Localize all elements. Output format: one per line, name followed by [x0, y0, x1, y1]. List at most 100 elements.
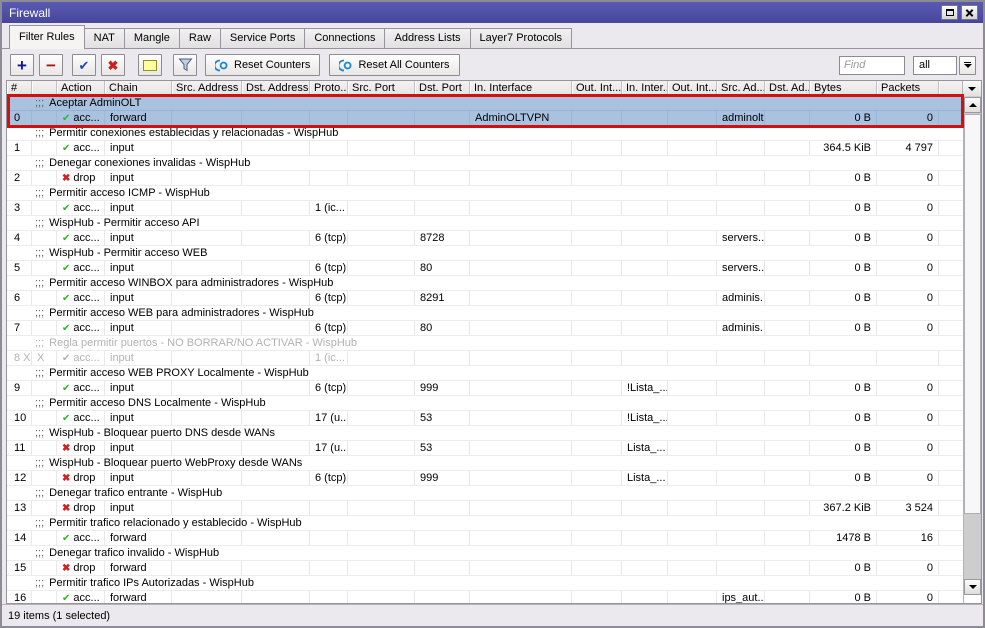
column-header-bytes[interactable]: Bytes: [810, 81, 877, 96]
rule-comment-row[interactable]: ;;;WispHub - Bloquear puerto DNS desde W…: [7, 426, 964, 441]
cell-out_interface: [572, 141, 622, 155]
column-header-dst_address[interactable]: Dst. Address: [242, 81, 310, 96]
rule-comment-row[interactable]: ;;;Regla permitir puertos - NO BORRAR/NO…: [7, 336, 964, 351]
comment-prefix: ;;;: [35, 127, 44, 139]
column-header-in_if_list[interactable]: In. Inter...: [622, 81, 668, 96]
column-header-out_interface[interactable]: Out. Int...: [572, 81, 622, 96]
rule-comment-row[interactable]: ;;;Aceptar AdminOLT: [7, 96, 964, 111]
scroll-down-button[interactable]: [964, 579, 981, 595]
cell-dst_ad_list: [765, 531, 810, 545]
rule-comment-row[interactable]: ;;;Denegar trafico entrante - WispHub: [7, 486, 964, 501]
column-header-out_if_list[interactable]: Out. Int...: [668, 81, 717, 96]
column-header-num[interactable]: #: [7, 81, 32, 96]
reset-counters-icon: [215, 59, 229, 72]
column-header-src_address[interactable]: Src. Address: [172, 81, 242, 96]
column-header-proto[interactable]: Proto...: [310, 81, 348, 96]
cell-num: 11: [7, 441, 32, 455]
cell-in_if_list: !Lista_...: [622, 381, 668, 395]
rule-comment-text: ;;;Permitir acceso WINBOX para administr…: [7, 276, 964, 290]
tab-connections[interactable]: Connections: [304, 28, 385, 48]
column-header-in_interface[interactable]: In. Interface: [470, 81, 572, 96]
rule-row[interactable]: 6✔acc...input6 (tcp)8291adminis...0 B0: [7, 291, 964, 306]
column-header-packets[interactable]: Packets: [877, 81, 939, 96]
rule-comment-row[interactable]: ;;;Permitir trafico relacionado y establ…: [7, 516, 964, 531]
comment-button[interactable]: [138, 54, 162, 76]
filter-dropdown[interactable]: all: [913, 56, 957, 75]
rule-row[interactable]: 4✔acc...input6 (tcp)8728servers...0 B0: [7, 231, 964, 246]
cell-src_ad_list: servers...: [717, 231, 765, 245]
tab-layer7-protocols[interactable]: Layer7 Protocols: [470, 28, 573, 48]
rule-row[interactable]: 8 XX✔acc...input1 (ic...: [7, 351, 964, 366]
cell-bytes: 0 B: [810, 201, 877, 215]
rule-comment-row[interactable]: ;;;Permitir conexiones establecidas y re…: [7, 126, 964, 141]
tab-mangle[interactable]: Mangle: [124, 28, 180, 48]
rule-row[interactable]: 3✔acc...input1 (ic...0 B0: [7, 201, 964, 216]
rule-comment-row[interactable]: ;;;Denegar trafico invalido - WispHub: [7, 546, 964, 561]
rule-row[interactable]: 15✖dropforward0 B0: [7, 561, 964, 576]
column-header-src_ad_list[interactable]: Src. Ad...: [717, 81, 765, 96]
cell-src_port: [348, 501, 415, 515]
rule-comment-row[interactable]: ;;;WispHub - Bloquear puerto WebProxy de…: [7, 456, 964, 471]
rule-row[interactable]: 2✖dropinput0 B0: [7, 171, 964, 186]
column-header-chain[interactable]: Chain: [105, 81, 172, 96]
rule-comment-row[interactable]: ;;;WispHub - Permitir acceso API: [7, 216, 964, 231]
vertical-scrollbar[interactable]: [963, 96, 981, 603]
rule-comment-row[interactable]: ;;;Permitir acceso ICMP - WispHub: [7, 186, 964, 201]
restore-button[interactable]: [941, 5, 958, 20]
rule-row[interactable]: 11✖dropinput17 (u...53Lista_...0 B0: [7, 441, 964, 456]
enable-rule-button[interactable]: ✔: [72, 54, 96, 76]
cell-chain: input: [105, 171, 172, 185]
filter-button[interactable]: [173, 54, 197, 76]
scroll-up-button[interactable]: [964, 97, 981, 113]
scrollbar-thumb[interactable]: [964, 114, 981, 514]
column-header-src_port[interactable]: Src. Port: [348, 81, 415, 96]
rule-comment-text: ;;;WispHub - Permitir acceso API: [7, 216, 964, 230]
cell-dst_address: [242, 231, 310, 245]
rule-row[interactable]: 14✔acc...forward1478 B16: [7, 531, 964, 546]
cell-dst_port: [415, 171, 470, 185]
cell-src_ad_list: adminis...: [717, 291, 765, 305]
rule-row[interactable]: 12✖dropinput6 (tcp)999Lista_...0 B0: [7, 471, 964, 486]
rule-row[interactable]: 10✔acc...input17 (u...53!Lista_...0 B0: [7, 411, 964, 426]
cell-dst_port: [415, 201, 470, 215]
rule-row[interactable]: 7✔acc...input6 (tcp)80adminis...0 B0: [7, 321, 964, 336]
cell-dst_port: 53: [415, 441, 470, 455]
rule-comment-row[interactable]: ;;;WispHub - Permitir acceso WEB: [7, 246, 964, 261]
cell-num: 12: [7, 471, 32, 485]
rule-row[interactable]: 13✖dropinput367.2 KiB3 524: [7, 501, 964, 516]
add-rule-button[interactable]: +: [10, 54, 34, 76]
close-button[interactable]: [961, 5, 978, 20]
rule-comment-row[interactable]: ;;;Permitir acceso WEB PROXY Localmente …: [7, 366, 964, 381]
cell-in_interface: [470, 351, 572, 365]
rule-row[interactable]: 5✔acc...input6 (tcp)80servers...0 B0: [7, 261, 964, 276]
funnel-icon: [178, 58, 193, 72]
reset-all-counters-button[interactable]: Reset All Counters: [329, 54, 459, 76]
column-header-dst_port[interactable]: Dst. Port: [415, 81, 470, 96]
tab-raw[interactable]: Raw: [179, 28, 221, 48]
reset-all-counters-icon: [339, 59, 353, 72]
rule-comment-row[interactable]: ;;;Permitir acceso DNS Localmente - Wisp…: [7, 396, 964, 411]
rule-row[interactable]: 9✔acc...input6 (tcp)999!Lista_...0 B0: [7, 381, 964, 396]
tab-filter-rules[interactable]: Filter Rules: [9, 25, 85, 49]
column-select-button[interactable]: [962, 81, 981, 96]
tab-address-lists[interactable]: Address Lists: [384, 28, 470, 48]
rule-comment-row[interactable]: ;;;Denegar conexiones invalidas - WispHu…: [7, 156, 964, 171]
rule-comment-row[interactable]: ;;;Permitir acceso WEB para administrado…: [7, 306, 964, 321]
column-header-flag[interactable]: [32, 81, 57, 96]
reset-counters-button[interactable]: Reset Counters: [205, 54, 320, 76]
remove-rule-button[interactable]: −: [39, 54, 63, 76]
tab-nat[interactable]: NAT: [84, 28, 125, 48]
rule-row[interactable]: 1✔acc...input364.5 KiB4 797: [7, 141, 964, 156]
title-bar[interactable]: Firewall: [2, 2, 983, 23]
cell-in_if_list: [622, 351, 668, 365]
rule-comment-row[interactable]: ;;;Permitir trafico IPs Autorizadas - Wi…: [7, 576, 964, 591]
column-header-action[interactable]: Action: [57, 81, 105, 96]
rule-row[interactable]: 0✔acc...forwardAdminOLTVPNadminolt0 B0: [7, 111, 964, 126]
rule-row[interactable]: 16✔acc...forwardips_aut...0 B0: [7, 591, 964, 603]
column-header-dst_ad_list[interactable]: Dst. Ad...: [765, 81, 810, 96]
tab-service-ports[interactable]: Service Ports: [220, 28, 305, 48]
find-input[interactable]: [839, 56, 905, 75]
rule-comment-row[interactable]: ;;;Permitir acceso WINBOX para administr…: [7, 276, 964, 291]
disable-rule-button[interactable]: ✖: [101, 54, 125, 76]
filter-dropdown-button[interactable]: [959, 56, 976, 75]
